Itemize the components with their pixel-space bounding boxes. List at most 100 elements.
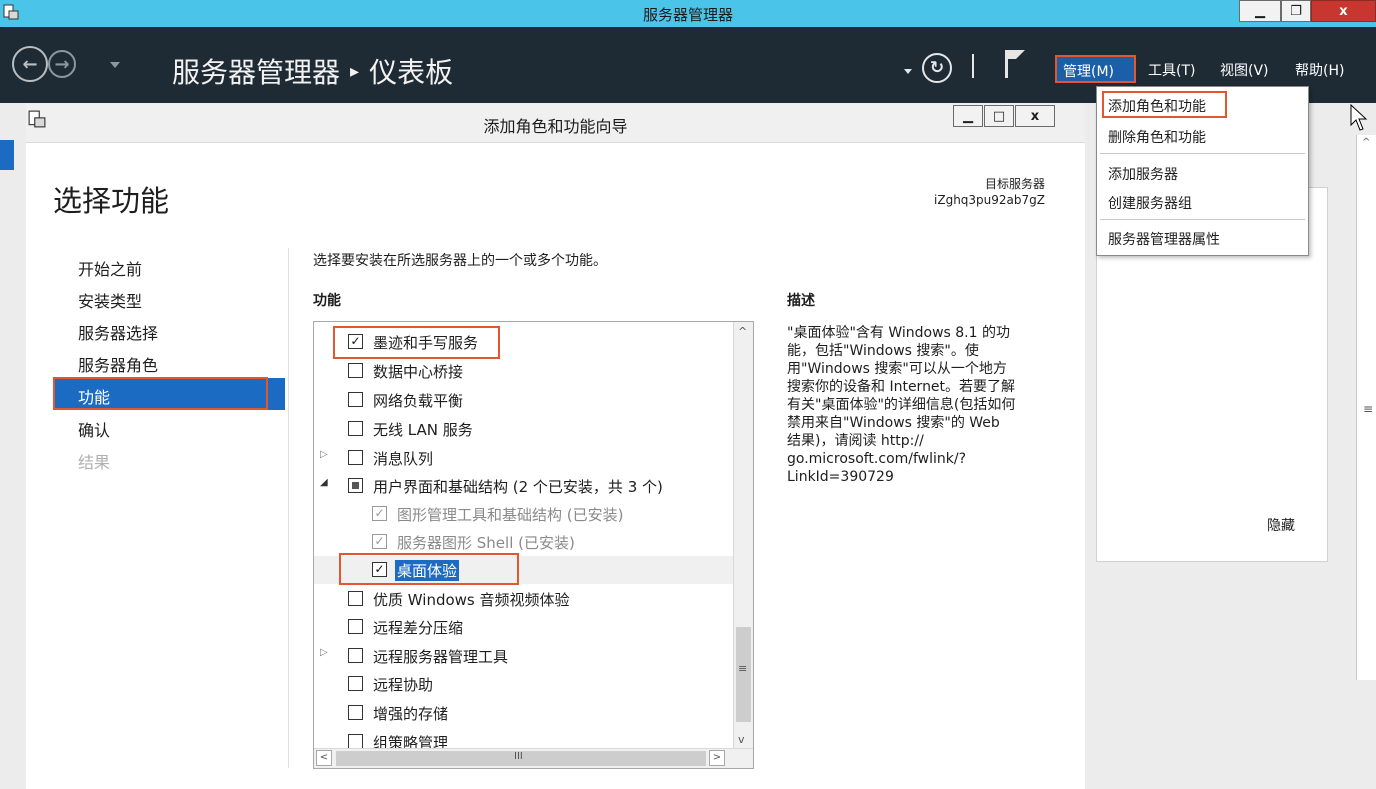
menu-manage[interactable]: 管理(M) bbox=[1055, 55, 1136, 83]
breadcrumb-dropdown-icon[interactable] bbox=[904, 69, 912, 74]
close-icon: x bbox=[1030, 108, 1040, 124]
feature-label: 无线 LAN 服务 bbox=[373, 421, 473, 439]
menu-item-remove-roles[interactable]: 删除角色和功能 bbox=[1108, 127, 1206, 147]
list-item: ✓ 图形管理工具和基础结构 (已安装) bbox=[314, 500, 734, 528]
features-list[interactable]: ✓ 墨迹和手写服务 数据中心桥接 网络负载平衡 无线 LAN 服务 ▷ 消息队列… bbox=[313, 321, 754, 769]
feature-checkbox[interactable] bbox=[348, 676, 363, 691]
feature-checkbox[interactable] bbox=[348, 619, 363, 634]
annotation-box-ink-feature bbox=[333, 326, 500, 359]
instruction-text: 选择要安装在所选服务器上的一个或多个功能。 bbox=[313, 253, 607, 269]
breadcrumb: 服务器管理器 ▸ 仪表板 bbox=[172, 51, 453, 91]
forward-button[interactable]: → bbox=[48, 50, 76, 78]
feature-label: 远程服务器管理工具 bbox=[373, 648, 509, 666]
feature-checkbox[interactable] bbox=[348, 421, 363, 436]
dashboard-scrollbar[interactable]: ^ ≡ bbox=[1356, 135, 1376, 680]
description-column-header: 描述 bbox=[787, 293, 815, 309]
feature-label: 图形管理工具和基础结构 (已安装) bbox=[397, 506, 624, 524]
target-server-name: iZghq3pu92ab7gZ bbox=[934, 193, 1045, 207]
scroll-right-icon[interactable]: > bbox=[709, 750, 725, 766]
step-confirmation[interactable]: 确认 bbox=[78, 417, 110, 441]
header-divider bbox=[972, 54, 974, 78]
list-item[interactable]: 增强的存储 bbox=[314, 699, 734, 727]
feature-label: 消息队列 bbox=[373, 450, 434, 468]
menu-view[interactable]: 视图(V) bbox=[1220, 60, 1269, 80]
menu-item-create-server-group[interactable]: 创建服务器组 bbox=[1108, 193, 1192, 213]
feature-label: 优质 Windows 音频视频体验 bbox=[373, 591, 570, 609]
expand-chevron-icon[interactable]: ▷ bbox=[320, 647, 328, 658]
menu-help[interactable]: 帮助(H) bbox=[1295, 60, 1344, 80]
step-server-selection[interactable]: 服务器选择 bbox=[78, 320, 158, 344]
breadcrumb-root[interactable]: 服务器管理器 bbox=[172, 56, 340, 89]
menu-item-add-roles[interactable]: 添加角色和功能 bbox=[1108, 96, 1206, 116]
feature-checkbox[interactable] bbox=[348, 392, 363, 407]
list-item[interactable]: ◢ 用户界面和基础结构 (2 个已安装，共 3 个) bbox=[314, 472, 734, 500]
close-icon: x bbox=[1339, 3, 1348, 19]
maximize-icon: □ bbox=[992, 108, 1006, 124]
window-title-bar: 服务器管理器 ▁ ❐ x bbox=[0, 0, 1376, 27]
scroll-grip-icon: ≡ bbox=[1363, 402, 1374, 416]
expand-chevron-icon[interactable]: ▷ bbox=[320, 449, 328, 460]
scroll-down-icon[interactable]: v bbox=[738, 733, 745, 746]
wizard-title: 添加角色和功能向导 bbox=[483, 117, 628, 136]
notifications-flag-icon[interactable] bbox=[1004, 49, 1026, 79]
background-sidebar bbox=[0, 103, 26, 789]
step-server-roles[interactable]: 服务器角色 bbox=[78, 352, 158, 376]
wizard-maximize-button[interactable]: □ bbox=[984, 105, 1014, 127]
scroll-left-icon[interactable]: < bbox=[316, 750, 332, 766]
feature-checkbox[interactable] bbox=[348, 591, 363, 606]
description-line: 有关"桌面体验"的详细信息(包括如何 bbox=[787, 397, 1016, 413]
back-button[interactable]: ← bbox=[12, 46, 48, 82]
feature-label: 远程协助 bbox=[373, 676, 434, 694]
feature-label: 增强的存储 bbox=[373, 705, 449, 723]
list-item[interactable]: 优质 Windows 音频视频体验 bbox=[314, 585, 734, 613]
list-item[interactable]: 无线 LAN 服务 bbox=[314, 415, 734, 443]
step-features[interactable]: 功能 bbox=[78, 384, 110, 408]
minimize-button[interactable]: ▁ bbox=[1239, 0, 1281, 22]
description-link[interactable]: go.microsoft.com/fwlink/? bbox=[787, 450, 1057, 468]
feature-checkbox[interactable] bbox=[348, 648, 363, 663]
hide-link[interactable]: 隐藏 bbox=[1267, 515, 1295, 535]
restore-icon: ❐ bbox=[1290, 3, 1302, 19]
refresh-icon[interactable]: ↻ bbox=[922, 53, 952, 83]
list-item[interactable]: ▷ 远程服务器管理工具 bbox=[314, 642, 734, 670]
list-item[interactable]: 数据中心桥接 bbox=[314, 357, 734, 385]
wizard-minimize-button[interactable]: ▁ bbox=[953, 105, 983, 127]
wizard-close-button[interactable]: x bbox=[1015, 105, 1055, 127]
collapse-chevron-icon[interactable]: ◢ bbox=[320, 477, 328, 488]
description-link[interactable]: LinkId=390729 bbox=[787, 468, 1057, 486]
step-installation-type[interactable]: 安装类型 bbox=[78, 288, 142, 312]
list-item[interactable]: ▷ 消息队列 bbox=[314, 444, 734, 472]
menu-item-add-servers[interactable]: 添加服务器 bbox=[1108, 164, 1178, 184]
minimize-icon: ▁ bbox=[963, 108, 973, 124]
features-vertical-scrollbar[interactable]: ^ ≡ v bbox=[733, 322, 753, 749]
close-button[interactable]: x bbox=[1311, 0, 1376, 22]
manage-dropdown-menu: 添加角色和功能 删除角色和功能 添加服务器 创建服务器组 服务器管理器属性 bbox=[1096, 86, 1309, 256]
feature-label: 用户界面和基础结构 (2 个已安装，共 3 个) bbox=[373, 478, 663, 496]
feature-checkbox[interactable] bbox=[348, 450, 363, 465]
description-line: 禁用来自"Windows 搜索"的 Web bbox=[787, 415, 1000, 431]
history-dropdown-icon[interactable] bbox=[110, 62, 120, 68]
feature-checkbox[interactable] bbox=[348, 478, 363, 493]
step-before-you-begin[interactable]: 开始之前 bbox=[78, 256, 142, 280]
minimize-icon: ▁ bbox=[1255, 3, 1265, 19]
list-item[interactable]: 远程差分压缩 bbox=[314, 613, 734, 641]
scroll-up-icon[interactable]: ^ bbox=[738, 325, 747, 338]
feature-checkbox[interactable] bbox=[348, 705, 363, 720]
scroll-grip-icon: ≡ bbox=[738, 662, 748, 675]
feature-checkbox[interactable] bbox=[348, 363, 363, 378]
feature-checkbox[interactable] bbox=[348, 734, 363, 749]
step-results: 结果 bbox=[78, 453, 111, 472]
features-horizontal-scrollbar[interactable]: < III > bbox=[314, 748, 753, 768]
scroll-up-icon[interactable]: ^ bbox=[1362, 137, 1370, 148]
arrow-left-icon: ← bbox=[22, 53, 38, 75]
breadcrumb-current: 仪表板 bbox=[369, 56, 454, 89]
list-item[interactable]: 远程协助 bbox=[314, 670, 734, 698]
breadcrumb-separator-icon: ▸ bbox=[350, 60, 360, 82]
feature-description: "桌面体验"含有 Windows 8.1 的功 能，包括"Windows 搜索"… bbox=[787, 324, 1057, 486]
menu-item-properties[interactable]: 服务器管理器属性 bbox=[1108, 229, 1220, 249]
feature-checkbox: ✓ bbox=[372, 506, 387, 521]
feature-label: 网络负载平衡 bbox=[373, 392, 464, 410]
restore-button[interactable]: ❐ bbox=[1281, 0, 1311, 22]
menu-tools[interactable]: 工具(T) bbox=[1148, 60, 1195, 80]
list-item[interactable]: 网络负载平衡 bbox=[314, 386, 734, 414]
